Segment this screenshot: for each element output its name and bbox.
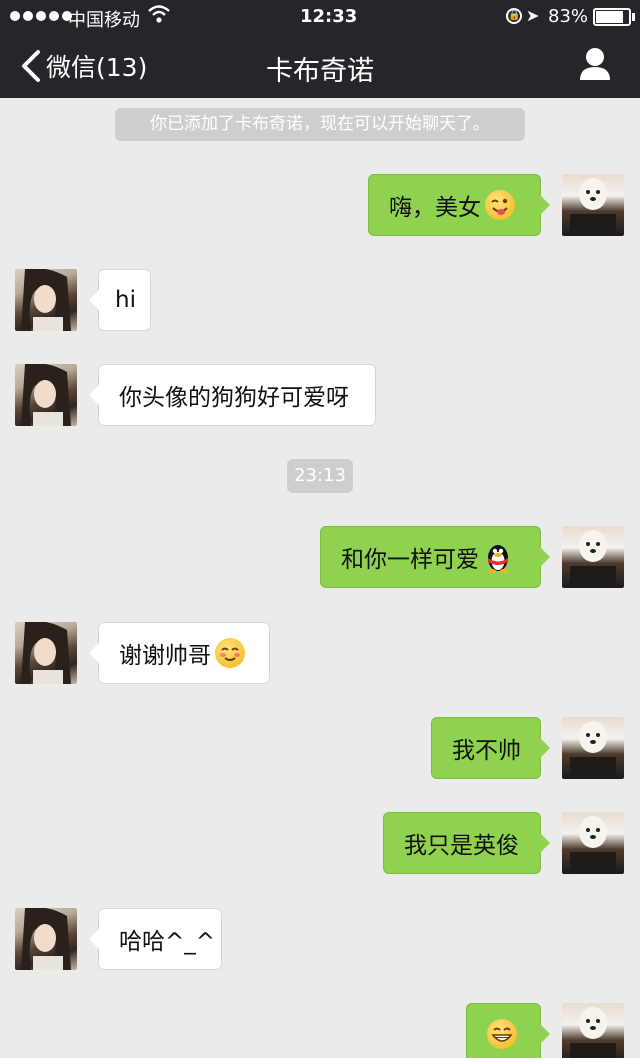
message-text: 嗨，美女	[389, 195, 481, 221]
timestamp-badge: 23:13	[287, 459, 353, 493]
person-icon[interactable]	[578, 46, 612, 82]
message-bubble-outgoing[interactable]	[466, 1003, 550, 1058]
message-bubble-outgoing[interactable]: 嗨，美女	[368, 174, 550, 236]
carrier-name: 中国移动	[68, 10, 140, 31]
nav-bar: 微信(13) 卡布奇诺	[0, 34, 640, 98]
location-arrow-icon: ➤	[526, 6, 540, 25]
message-text: hi	[115, 287, 136, 313]
battery-tip	[632, 13, 635, 21]
status-time: 12:33	[300, 6, 358, 27]
message-text: 我只是英俊	[404, 833, 519, 859]
my-avatar[interactable]	[562, 174, 624, 236]
rotation-lock-icon: 🔒	[506, 8, 522, 24]
qq-penguin-icon	[488, 545, 508, 573]
message-bubble-outgoing[interactable]: 和你一样可爱	[320, 526, 550, 588]
message-bubble-incoming[interactable]: 谢谢帅哥	[89, 622, 270, 684]
my-avatar[interactable]	[562, 526, 624, 588]
message-bubble-outgoing[interactable]: 我只是英俊	[383, 812, 550, 874]
shy-smile-emoji-icon	[215, 638, 245, 668]
wifi-icon	[148, 5, 170, 23]
battery-percentage: 83%	[548, 6, 589, 27]
signal-strength-icon	[10, 8, 72, 21]
battery-icon	[593, 8, 631, 26]
message-text: 谢谢帅哥	[119, 643, 211, 669]
message-bubble-incoming[interactable]: 你头像的狗狗好可爱呀	[89, 364, 376, 426]
message-text: 我不帅	[452, 738, 521, 764]
my-avatar[interactable]	[562, 717, 624, 779]
my-avatar[interactable]	[562, 1003, 624, 1058]
contact-avatar[interactable]	[15, 269, 77, 331]
status-bar: 中国移动 12:33 🔒 ➤ 83%	[0, 0, 640, 34]
message-bubble-incoming[interactable]: hi	[89, 269, 151, 331]
message-text: 哈哈^_^	[119, 929, 216, 955]
battery-level	[596, 11, 623, 23]
my-avatar[interactable]	[562, 812, 624, 874]
contact-avatar[interactable]	[15, 364, 77, 426]
top-bar: 中国移动 12:33 🔒 ➤ 83% 微信(13) 卡布奇诺	[0, 0, 640, 98]
chat-title: 卡布奇诺	[266, 56, 374, 87]
message-text: 和你一样可爱	[341, 547, 479, 573]
contact-avatar[interactable]	[15, 908, 77, 970]
message-text: 你头像的狗狗好可爱呀	[119, 385, 349, 411]
wink-tongue-emoji-icon	[485, 190, 515, 220]
system-notice: 你已添加了卡布奇诺，现在可以开始聊天了。	[115, 108, 525, 141]
contact-avatar[interactable]	[15, 622, 77, 684]
message-bubble-incoming[interactable]: 哈哈^_^	[89, 908, 222, 970]
message-bubble-outgoing[interactable]: 我不帅	[431, 717, 550, 779]
grin-emoji-icon	[487, 1019, 517, 1049]
